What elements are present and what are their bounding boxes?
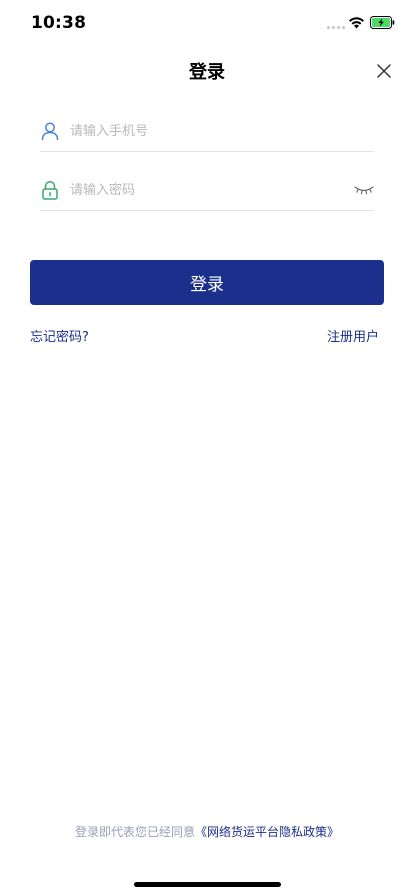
status-bar: 10:38 <box>0 0 414 48</box>
wifi-icon <box>349 17 364 29</box>
eye-closed-icon[interactable] <box>354 183 374 197</box>
cellular-signal-icon <box>327 26 345 29</box>
login-button[interactable]: 登录 <box>30 260 384 305</box>
user-icon <box>41 122 59 141</box>
close-icon[interactable] <box>375 62 393 80</box>
phone-field <box>40 111 374 152</box>
lock-icon <box>42 180 58 200</box>
register-link[interactable]: 注册用户 <box>327 326 379 345</box>
password-input[interactable] <box>70 178 340 202</box>
agreement-text: 登录即代表您已经同意《网络货运平台隐私政策》 <box>0 823 414 840</box>
phone-input[interactable] <box>70 119 340 143</box>
home-indicator[interactable] <box>134 882 281 887</box>
page-title: 登录 <box>189 62 225 83</box>
privacy-policy-link[interactable]: 《网络货运平台隐私政策》 <box>195 825 339 839</box>
forgot-password-link[interactable]: 忘记密码? <box>30 326 89 345</box>
battery-charging-icon <box>370 16 395 29</box>
agreement-prefix: 登录即代表您已经同意 <box>74 825 195 839</box>
status-time: 10:38 <box>31 13 87 33</box>
password-field <box>40 170 374 211</box>
